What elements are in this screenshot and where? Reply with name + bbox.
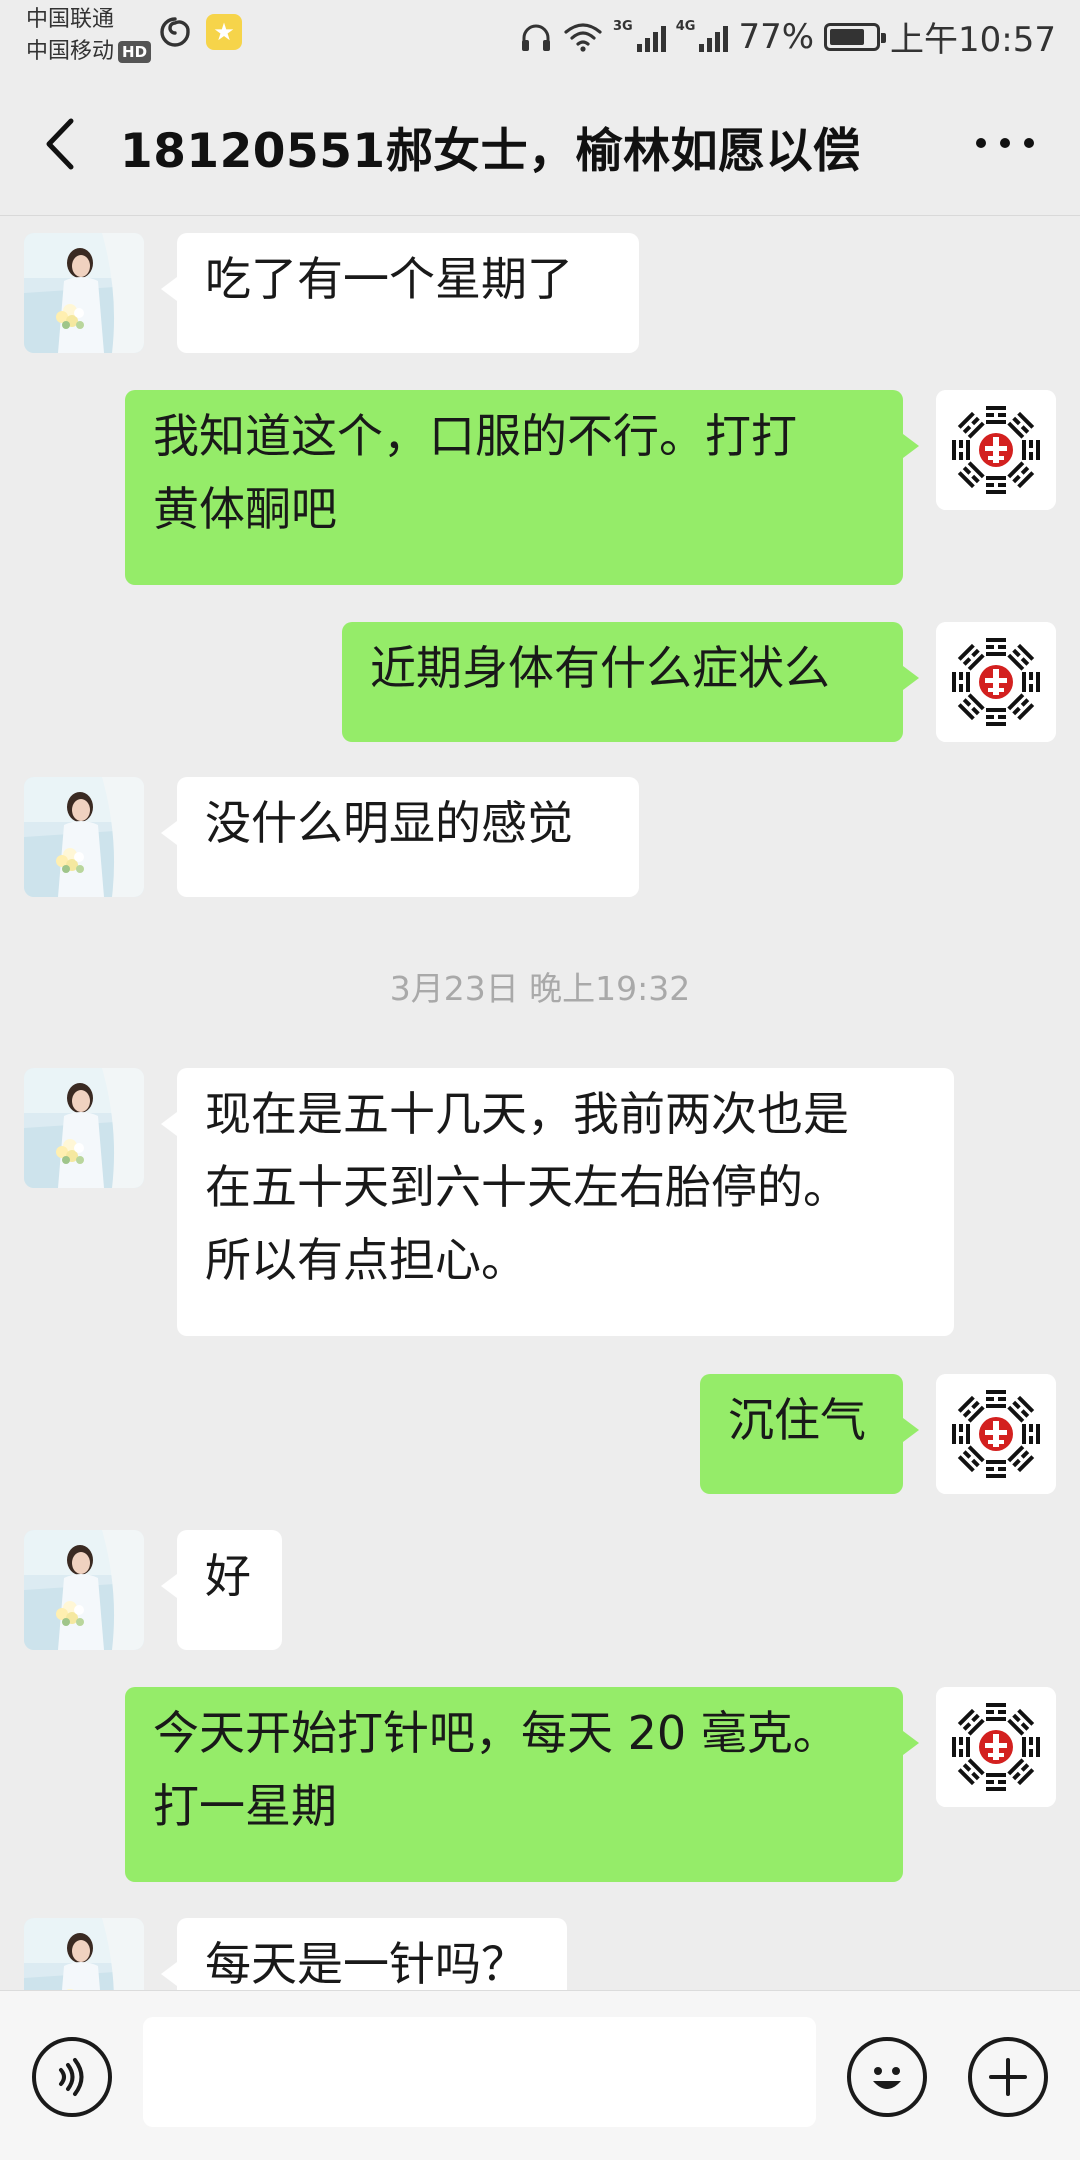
- more-dot-icon: [976, 138, 986, 148]
- woman-photo-icon: [24, 1530, 144, 1650]
- signal-icon-1: [636, 22, 666, 52]
- carrier-1: 中国联通: [26, 7, 115, 32]
- status-bar: 中国联通 中国移动 HD ★ 3G 4G 77% 上午10:57: [0, 0, 1080, 70]
- clinic-logo-icon: [936, 1687, 1056, 1807]
- chat-screen: 中国联通 中国移动 HD ★ 3G 4G 77% 上午10:57 1812055…: [0, 0, 1080, 2160]
- network-type-2: 4G: [675, 19, 696, 34]
- message-input[interactable]: [143, 2017, 816, 2127]
- battery-icon: [824, 22, 887, 51]
- carrier-2: 中国移动: [26, 39, 115, 64]
- received-message-bubble[interactable]: 好: [161, 1530, 282, 1650]
- sent-message-bubble[interactable]: 我知道这个，口服的不行。打打 黄体酮吧: [125, 390, 919, 585]
- more-options-button[interactable]: [970, 128, 1040, 158]
- message-timestamp: 3月23日 晚上19:32: [389, 969, 691, 1008]
- contact-avatar[interactable]: [24, 1530, 144, 1650]
- self-avatar[interactable]: [936, 390, 1056, 510]
- battery-percent: 77%: [738, 16, 815, 57]
- headphone-icon: [522, 24, 550, 51]
- received-message-bubble[interactable]: 现在是五十几天，我前两次也是 在五十天到六十天左右胎停的。 所以有点担心。: [161, 1068, 954, 1336]
- chevron-left-icon: [46, 118, 74, 170]
- network-type-1: 3G: [613, 19, 633, 34]
- self-avatar[interactable]: [936, 622, 1056, 742]
- input-bar: [0, 1990, 1080, 2160]
- clinic-logo-icon: [936, 390, 1056, 510]
- woman-photo-icon: [24, 1068, 144, 1188]
- clinic-logo-icon: [936, 1374, 1056, 1494]
- battery-fill: [830, 28, 864, 45]
- hd-badge: HD: [118, 41, 152, 63]
- plus-icon: [989, 2058, 1027, 2096]
- chat-title: 18120551郝女士，榆林如愿以偿: [120, 124, 861, 179]
- emoji-button[interactable]: [847, 2037, 927, 2117]
- self-avatar[interactable]: [936, 1374, 1056, 1494]
- contact-avatar[interactable]: [24, 777, 144, 897]
- signal-icon-2: [699, 22, 729, 52]
- star-app-icon: ★: [206, 14, 242, 50]
- carrier-info: 中国联通 中国移动 HD: [26, 4, 152, 68]
- wifi-icon: [564, 22, 602, 52]
- netease-music-icon: [160, 17, 190, 47]
- received-message-bubble[interactable]: 没什么明显的感觉: [161, 777, 639, 897]
- woman-photo-icon: [24, 233, 144, 353]
- woman-photo-icon: [24, 777, 144, 897]
- back-button[interactable]: [30, 114, 90, 174]
- contact-avatar[interactable]: [24, 233, 144, 353]
- sent-message-bubble[interactable]: 今天开始打针吧，每天 20 毫克。 打一星期: [125, 1687, 919, 1882]
- notification-icons: ★: [158, 14, 242, 50]
- clinic-logo-icon: [936, 622, 1056, 742]
- sent-message-bubble[interactable]: 近期身体有什么症状么: [342, 622, 919, 742]
- self-avatar[interactable]: [936, 1687, 1056, 1807]
- more-dot-icon: [1024, 138, 1034, 148]
- voice-icon: [59, 2058, 84, 2096]
- status-right: 3G 4G 77% 上午10:57: [519, 12, 1056, 61]
- plus-button[interactable]: [968, 2037, 1048, 2117]
- voice-button[interactable]: [32, 2037, 112, 2117]
- emoji-icon: [873, 2067, 901, 2089]
- clock: 上午10:57: [890, 20, 1056, 60]
- chat-header: 18120551郝女士，榆林如愿以偿: [0, 70, 1080, 216]
- more-dot-icon: [1000, 138, 1010, 148]
- sent-message-bubble[interactable]: 沉住气: [700, 1374, 919, 1494]
- received-message-bubble[interactable]: 吃了有一个星期了: [161, 233, 639, 353]
- contact-avatar[interactable]: [24, 1068, 144, 1188]
